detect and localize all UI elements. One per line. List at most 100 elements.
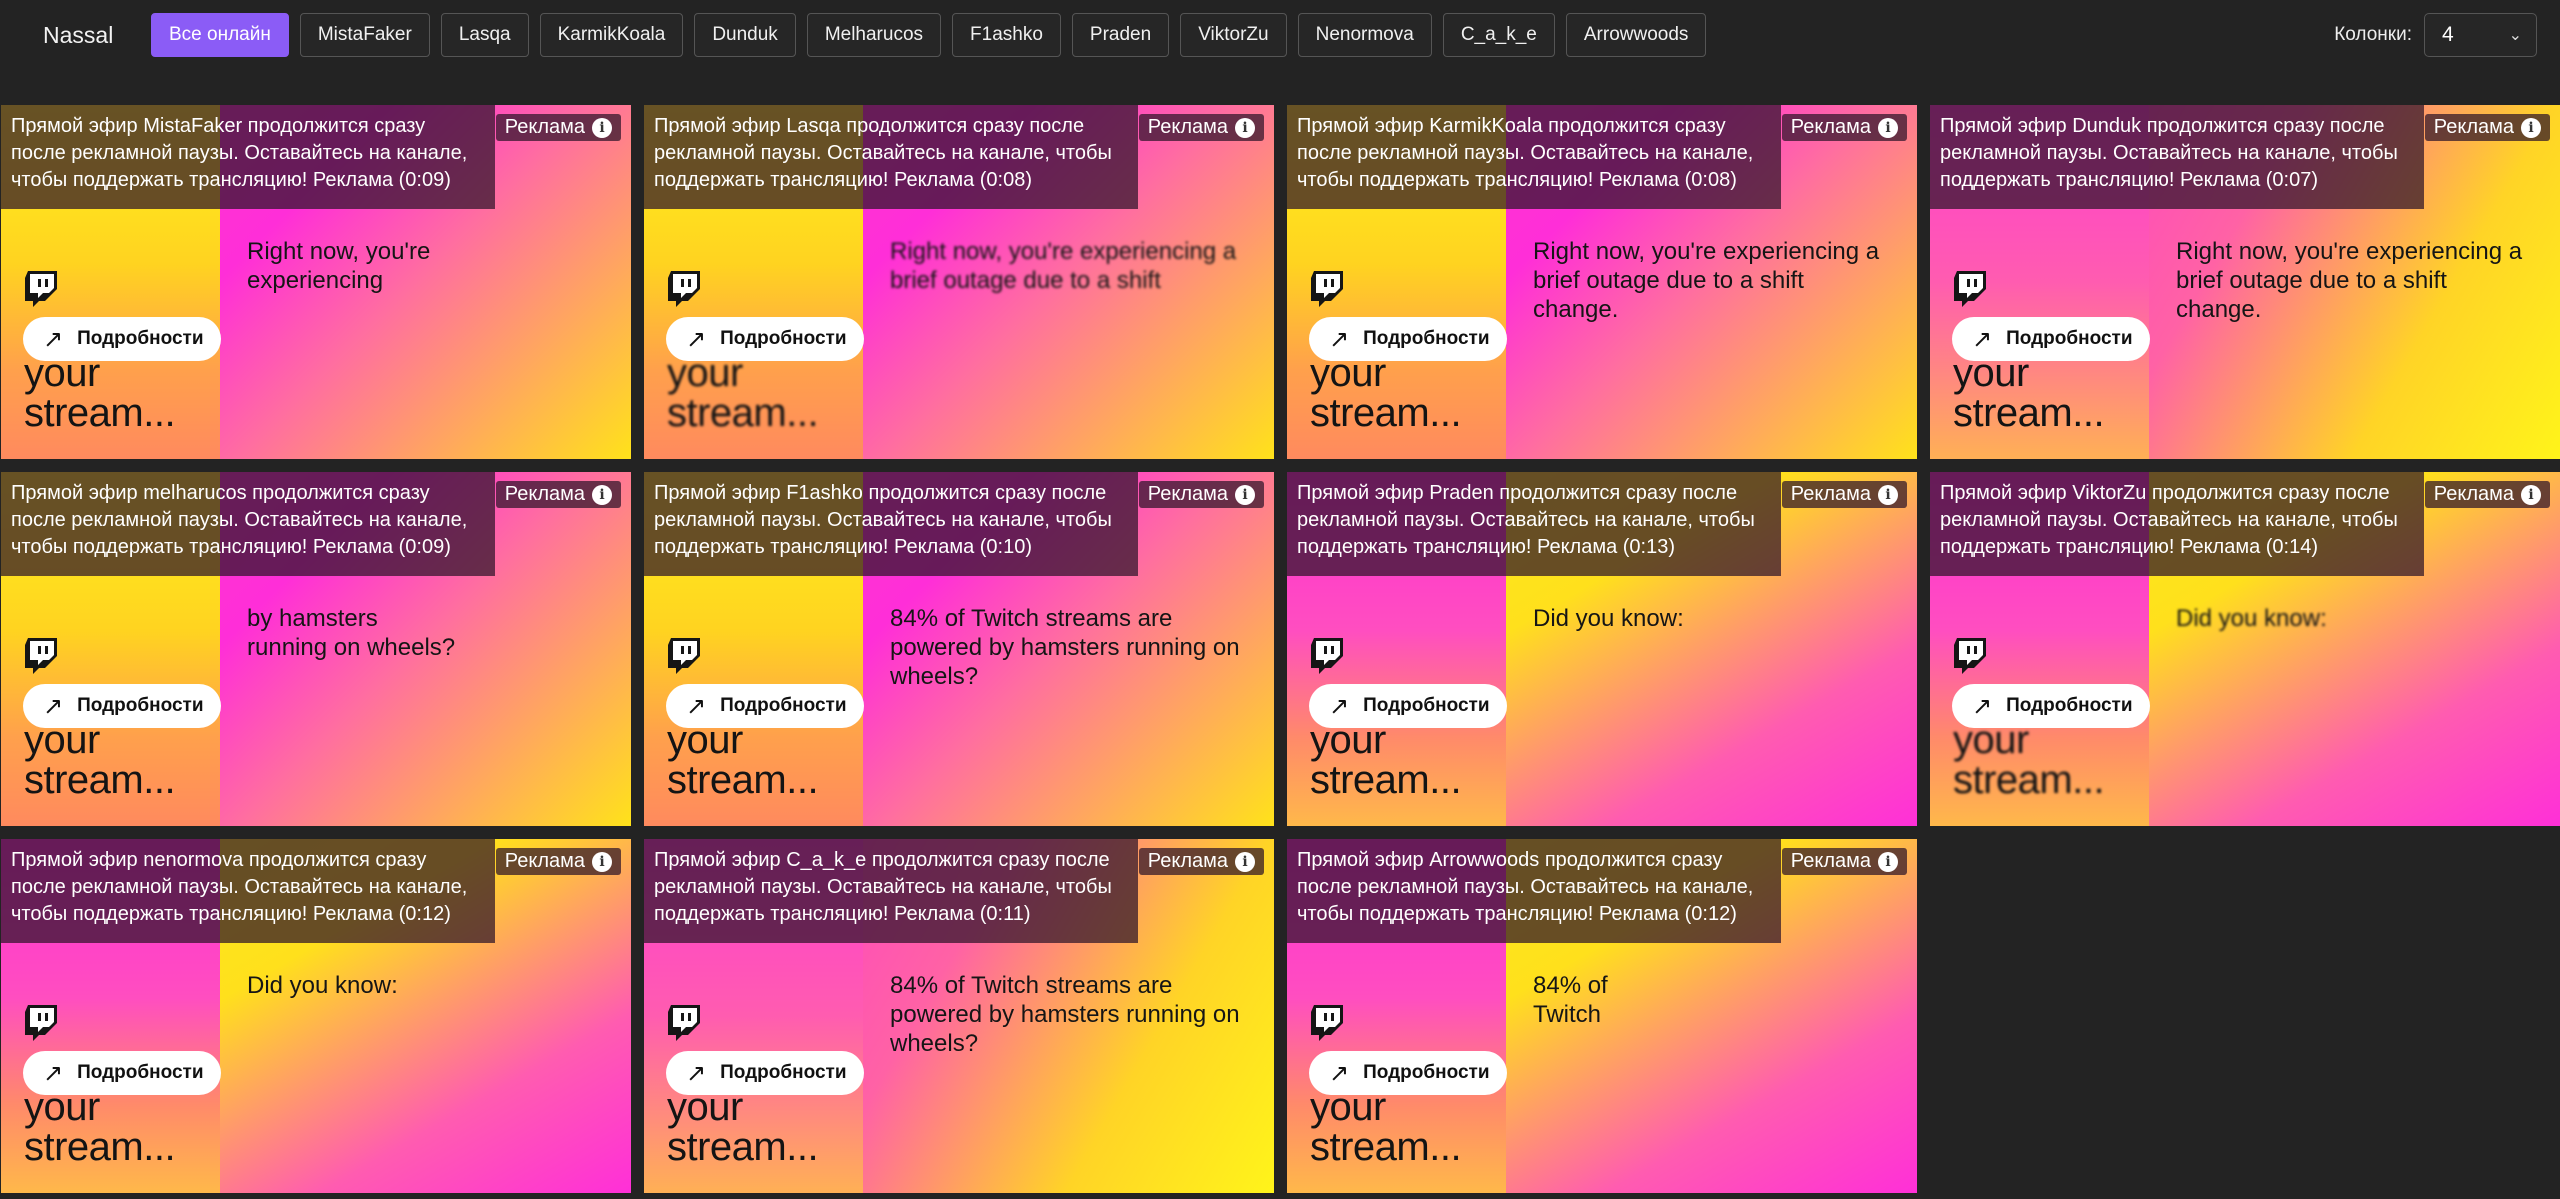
ad-stream-text: your stream...	[24, 353, 176, 433]
stream-tile[interactable]: 84% of Twitch streams are powered by ham…	[644, 839, 1274, 1193]
columns-control: Колонки: 4 ⌄	[2334, 13, 2537, 57]
ad-badge[interactable]: Реклама i	[495, 481, 621, 508]
ad-stream-text: your stream...	[1953, 720, 2105, 800]
ad-promo-text: Did you know:	[2176, 605, 2327, 632]
details-label: Подробности	[2006, 695, 2133, 716]
details-label: Подробности	[2006, 328, 2133, 349]
tab-все-онлайн[interactable]: Все онлайн	[151, 13, 289, 57]
twitch-logo-icon	[25, 1005, 57, 1041]
ad-badge-label: Реклама	[504, 483, 585, 505]
ad-break-message: Прямой эфир Lasqa продолжится сразу посл…	[644, 105, 1138, 209]
tab-melharucos[interactable]: Melharucos	[806, 13, 942, 57]
tab-viktorzu[interactable]: ViktorZu	[1180, 13, 1287, 57]
ad-badge[interactable]: Реклама i	[1781, 848, 1907, 875]
details-button[interactable]: ↗ Подробности	[23, 317, 221, 361]
stream-text-line2: stream...	[1310, 1125, 1462, 1169]
tab-praden[interactable]: Praden	[1071, 13, 1170, 57]
ad-stream-text: your stream...	[667, 1087, 819, 1167]
stream-tile[interactable]: Did you know: your stream... ↗ Подробности Пр…	[1287, 472, 1917, 826]
ad-badge[interactable]: Реклама i	[495, 848, 621, 875]
info-icon: i	[592, 117, 612, 138]
details-button[interactable]: ↗ Подробности	[1309, 317, 1507, 361]
ad-promo-text: 84% of Twitch streams are powered by ham…	[890, 605, 1240, 690]
columns-value: 4	[2442, 23, 2454, 46]
twitch-logo-icon	[1954, 271, 1986, 307]
twitch-logo-icon	[1311, 1005, 1343, 1041]
stream-tile[interactable]: Right now, you're experiencing a brief o…	[644, 105, 1274, 459]
details-label: Подробности	[1363, 695, 1490, 716]
tab-dunduk[interactable]: Dunduk	[694, 13, 796, 57]
ad-badge-label: Реклама	[1147, 483, 1228, 505]
details-button[interactable]: ↗ Подробности	[1952, 317, 2150, 361]
details-label: Подробности	[77, 695, 204, 716]
ad-stream-text: your stream...	[24, 1087, 176, 1169]
ad-promo-text: Right now, you're experiencing a brief o…	[890, 238, 1237, 294]
ad-promo-text: Right now, you're experiencing a brief o…	[2176, 238, 2523, 323]
details-button[interactable]: ↗ Подробности	[666, 684, 864, 728]
arrow-up-right-icon: ↗	[1329, 325, 1350, 353]
tab-karmikkoala[interactable]: KarmikKoala	[539, 13, 684, 57]
ad-promo-text: by hamsters running on wheels?	[247, 605, 456, 661]
ad-break-message: Прямой эфир ViktorZu продолжится сразу п…	[1930, 472, 2424, 576]
arrow-up-right-icon: ↗	[43, 325, 64, 353]
details-button[interactable]: ↗ Подробности	[1952, 684, 2150, 728]
stream-tile[interactable]: by hamsters running on wheels? your stream…	[1, 472, 631, 826]
brand-title: Nassal	[43, 22, 114, 48]
details-button[interactable]: ↗ Подробности	[1309, 684, 1507, 728]
details-button[interactable]: ↗ Подробности	[23, 1051, 221, 1095]
ad-badge-label: Реклама	[1790, 850, 1871, 872]
details-button[interactable]: ↗ Подробности	[666, 317, 864, 361]
ad-badge-label: Реклама	[2433, 116, 2514, 138]
tab-nenormova[interactable]: Nenormova	[1297, 13, 1432, 57]
stream-tile[interactable]: Right now, you're experiencing your stream…	[1, 105, 631, 459]
stream-tile[interactable]: 84% of Twitch streams are powered by ham…	[644, 472, 1274, 826]
ad-badge[interactable]: Реклама i	[1781, 481, 1907, 508]
details-button[interactable]: ↗ Подробности	[1309, 1051, 1507, 1095]
ad-break-message: Прямой эфир Arrowwoods продолжится сразу…	[1287, 839, 1781, 943]
stream-tile[interactable]: Did you know: your stream... ↗ Подробности Пр…	[1930, 472, 2560, 826]
ad-break-message: Прямой эфир F1ashko продолжится сразу по…	[644, 472, 1138, 576]
arrow-up-right-icon: ↗	[1972, 325, 1993, 353]
stream-tile[interactable]: Right now, you're experiencing a brief o…	[1287, 105, 1917, 459]
ad-stream-text: your stream...	[1310, 720, 1462, 800]
twitch-logo-icon	[668, 1005, 700, 1041]
stream-tile[interactable]: Right now, you're experiencing a brief o…	[1930, 105, 2560, 459]
tab-lasqa[interactable]: Lasqa	[440, 13, 529, 57]
ad-badge[interactable]: Реклама i	[1138, 481, 1264, 508]
ad-badge[interactable]: Реклама i	[2424, 481, 2550, 508]
ad-stream-text: your stream...	[667, 720, 819, 800]
details-label: Подробности	[1363, 328, 1490, 349]
tab-f1ashko[interactable]: F1ashko	[952, 13, 1061, 57]
tab-c-a-k-e[interactable]: C_a_k_e	[1442, 13, 1555, 57]
stream-text-line2: stream...	[667, 391, 819, 435]
ad-badge[interactable]: Реклама i	[1781, 114, 1907, 141]
ad-badge-label: Реклама	[504, 116, 585, 138]
details-button[interactable]: ↗ Подробности	[23, 684, 221, 728]
ad-break-message: Прямой эфир Praden продолжится сразу пос…	[1287, 472, 1781, 576]
ad-promo-text: 84% of Twitch	[1533, 972, 1608, 1028]
columns-select[interactable]: 4 ⌄	[2424, 13, 2537, 57]
tab-arrowwoods[interactable]: Arrowwoods	[1565, 13, 1707, 57]
ad-badge[interactable]: Реклама i	[495, 114, 621, 141]
ad-badge-label: Реклама	[2433, 483, 2514, 505]
stream-tile[interactable]: 84% of Twitch your stream... ↗ Подробности Пр…	[1287, 839, 1917, 1193]
twitch-logo-icon	[1311, 271, 1343, 307]
stream-tile[interactable]: Did you know: your stream... ↗ Подробности Пр…	[1, 839, 631, 1193]
ad-promo-text: 84% of Twitch streams are powered by ham…	[890, 972, 1240, 1057]
arrow-up-right-icon: ↗	[1329, 692, 1350, 720]
tab-mistafaker[interactable]: MistaFaker	[299, 13, 430, 57]
arrow-up-right-icon: ↗	[686, 692, 707, 720]
ad-break-message: Прямой эфир MistaFaker продолжится сразу…	[1, 105, 495, 209]
ad-promo-text: Did you know:	[1533, 605, 1684, 632]
arrow-up-right-icon: ↗	[43, 1059, 64, 1087]
stream-text-line2: stream...	[24, 1125, 176, 1169]
ad-break-message: Прямой эфир nenormova продолжится сразу …	[1, 839, 495, 943]
stream-text-line2: stream...	[24, 758, 176, 802]
ad-badge[interactable]: Реклама i	[1138, 114, 1264, 141]
info-icon: i	[1235, 117, 1255, 138]
ad-break-message: Прямой эфир melharucos продолжится сразу…	[1, 472, 495, 576]
details-button[interactable]: ↗ Подробности	[666, 1051, 864, 1095]
ad-badge[interactable]: Реклама i	[2424, 114, 2550, 141]
ad-badge[interactable]: Реклама i	[1138, 848, 1264, 875]
twitch-logo-icon	[25, 271, 57, 307]
